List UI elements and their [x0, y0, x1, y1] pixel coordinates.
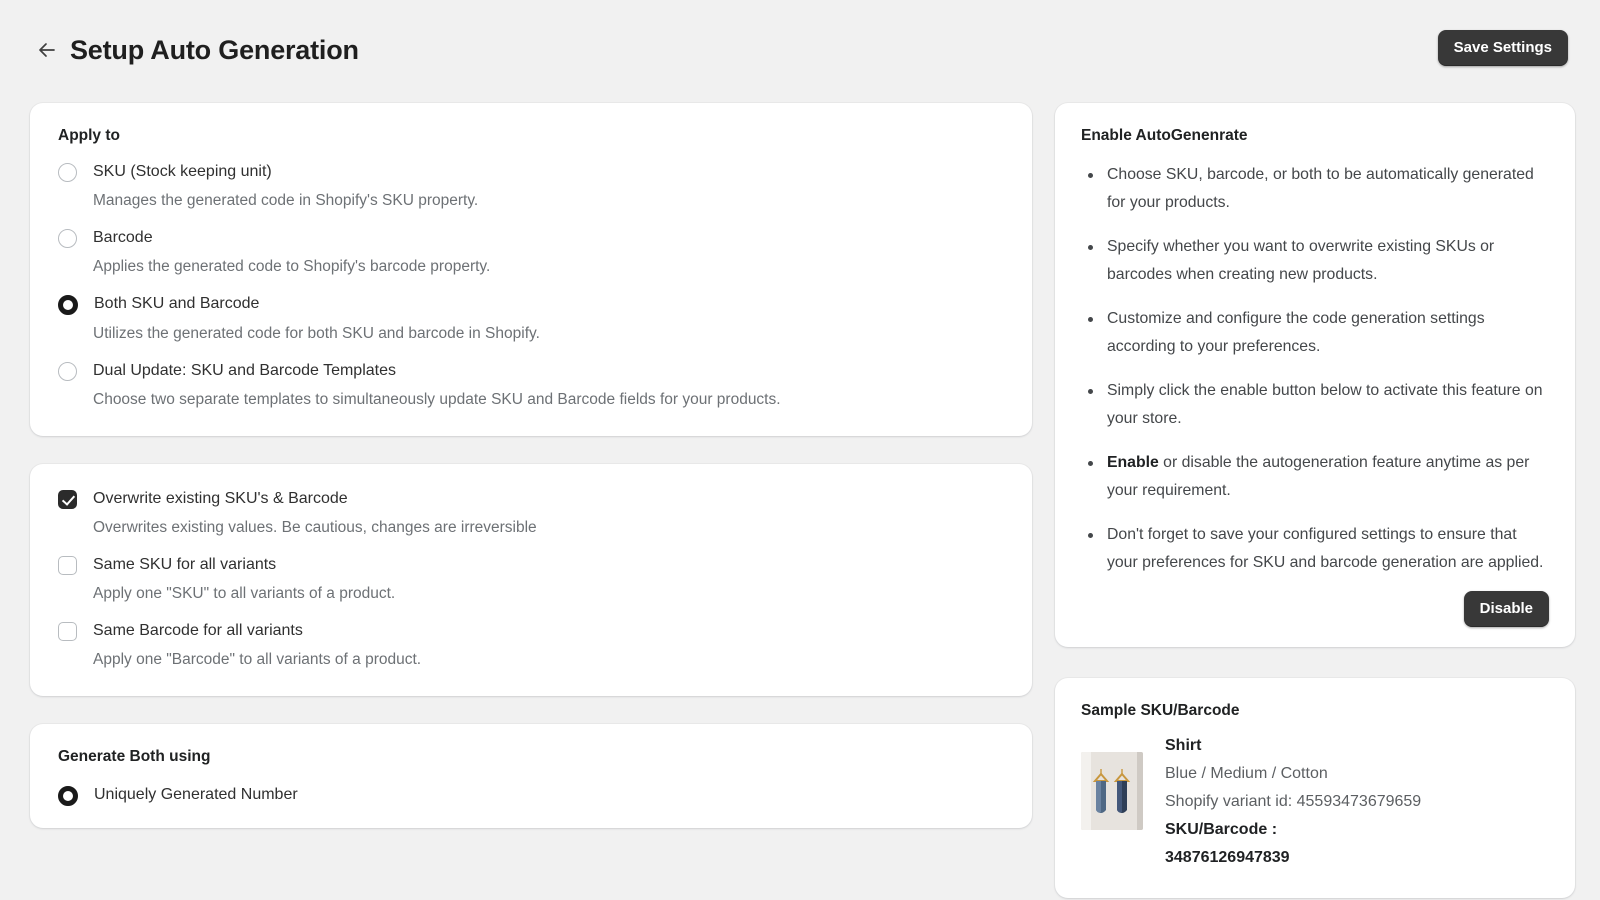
- radio-icon-selected[interactable]: [58, 786, 78, 806]
- list-item: Choose SKU, barcode, or both to be autom…: [1081, 161, 1549, 217]
- enable-autogenerate-heading: Enable AutoGenenrate: [1081, 127, 1549, 145]
- radio-option-barcode[interactable]: Barcode: [58, 227, 1004, 248]
- list-item-text: Customize and configure the code generat…: [1107, 310, 1485, 355]
- radio-option-sku[interactable]: SKU (Stock keeping unit): [58, 161, 1004, 182]
- enable-autogenerate-card: Enable AutoGenenrate Choose SKU, barcode…: [1055, 103, 1575, 647]
- radio-icon[interactable]: [58, 163, 77, 182]
- radio-icon[interactable]: [58, 229, 77, 248]
- radio-icon-selected[interactable]: [58, 295, 78, 315]
- list-item-emphasis: Enable: [1107, 454, 1159, 471]
- sample-sku-barcode-label: SKU/Barcode :: [1165, 816, 1421, 844]
- overwrite-options-card: Overwrite existing SKU's & Barcode Overw…: [30, 464, 1032, 696]
- checkbox-icon[interactable]: [58, 556, 77, 575]
- radio-option-label: Dual Update: SKU and Barcode Templates: [93, 360, 396, 381]
- radio-option-label: Uniquely Generated Number: [94, 784, 298, 805]
- save-settings-button[interactable]: Save Settings: [1438, 30, 1568, 66]
- radio-option-uniquely-generated-number[interactable]: Uniquely Generated Number: [58, 784, 1004, 806]
- app-root: Setup Auto Generation Save Settings Appl…: [0, 0, 1600, 900]
- list-item: Simply click the enable button below to …: [1081, 377, 1549, 433]
- enable-autogenerate-bullet-list: Choose SKU, barcode, or both to be autom…: [1081, 161, 1549, 577]
- list-item-text: or disable the autogeneration feature an…: [1107, 454, 1529, 499]
- checkbox-same-barcode-all-variants[interactable]: Same Barcode for all variants: [58, 620, 1004, 641]
- list-item: Don't forget to save your configured set…: [1081, 521, 1549, 577]
- product-photo-shirts-on-hangers-icon: [1081, 752, 1143, 830]
- sample-sku-barcode-heading: Sample SKU/Barcode: [1081, 702, 1549, 720]
- apply-to-card: Apply to SKU (Stock keeping unit) Manage…: [30, 103, 1032, 436]
- apply-to-heading: Apply to: [58, 127, 1004, 145]
- radio-option-description: Applies the generated code to Shopify's …: [93, 257, 1004, 277]
- list-item-text: Don't forget to save your configured set…: [1107, 526, 1543, 571]
- sample-product-variant-id: Shopify variant id: 45593473679659: [1165, 788, 1421, 816]
- sample-product-title: Shirt: [1165, 732, 1421, 760]
- checkbox-description: Apply one "SKU" to all variants of a pro…: [93, 584, 1004, 604]
- generate-both-using-heading: Generate Both using: [58, 748, 1004, 766]
- radio-icon[interactable]: [58, 362, 77, 381]
- list-item: Specify whether you want to overwrite ex…: [1081, 233, 1549, 289]
- left-column: Apply to SKU (Stock keeping unit) Manage…: [30, 103, 1032, 856]
- radio-option-description: Manages the generated code in Shopify's …: [93, 191, 1004, 211]
- sample-sku-barcode-value: 34876126947839: [1165, 844, 1421, 872]
- sample-product: Shirt Blue / Medium / Cotton Shopify var…: [1081, 730, 1549, 872]
- arrow-left-icon[interactable]: [32, 35, 62, 65]
- page-title: Setup Auto Generation: [70, 35, 359, 66]
- checkbox-icon[interactable]: [58, 622, 77, 641]
- checkbox-same-sku-all-variants[interactable]: Same SKU for all variants: [58, 554, 1004, 575]
- checkbox-label: Same SKU for all variants: [93, 554, 276, 575]
- radio-option-label: SKU (Stock keeping unit): [93, 161, 272, 182]
- radio-option-both-sku-and-barcode[interactable]: Both SKU and Barcode: [58, 293, 1004, 315]
- disable-button-row: Disable: [1081, 591, 1549, 627]
- radio-option-description: Choose two separate templates to simulta…: [93, 390, 1004, 410]
- list-item-text: Choose SKU, barcode, or both to be autom…: [1107, 166, 1534, 211]
- checkbox-label: Overwrite existing SKU's & Barcode: [93, 488, 348, 509]
- checkbox-label: Same Barcode for all variants: [93, 620, 303, 641]
- list-item: Customize and configure the code generat…: [1081, 305, 1549, 361]
- radio-option-label: Both SKU and Barcode: [94, 293, 259, 314]
- list-item: Enable or disable the autogeneration fea…: [1081, 449, 1549, 505]
- checkbox-icon-checked[interactable]: [58, 490, 77, 509]
- checkbox-overwrite-existing[interactable]: Overwrite existing SKU's & Barcode: [58, 488, 1004, 509]
- radio-option-description: Utilizes the generated code for both SKU…: [93, 324, 1004, 344]
- list-item-text: Simply click the enable button below to …: [1107, 382, 1543, 427]
- sample-product-variant: Blue / Medium / Cotton: [1165, 760, 1421, 788]
- radio-option-dual-update[interactable]: Dual Update: SKU and Barcode Templates: [58, 360, 1004, 381]
- radio-option-label: Barcode: [93, 227, 153, 248]
- checkbox-description: Overwrites existing values. Be cautious,…: [93, 518, 1004, 538]
- right-column: Enable AutoGenenrate Choose SKU, barcode…: [1055, 103, 1575, 898]
- sample-sku-barcode-card: Sample SKU/Barcode: [1055, 678, 1575, 898]
- list-item-text: Specify whether you want to overwrite ex…: [1107, 238, 1494, 283]
- sample-product-details: Shirt Blue / Medium / Cotton Shopify var…: [1165, 730, 1421, 872]
- generate-both-using-card: Generate Both using Uniquely Generated N…: [30, 724, 1032, 828]
- page-header: Setup Auto Generation Save Settings: [0, 0, 1600, 100]
- disable-button[interactable]: Disable: [1464, 591, 1549, 627]
- checkbox-description: Apply one "Barcode" to all variants of a…: [93, 650, 1004, 670]
